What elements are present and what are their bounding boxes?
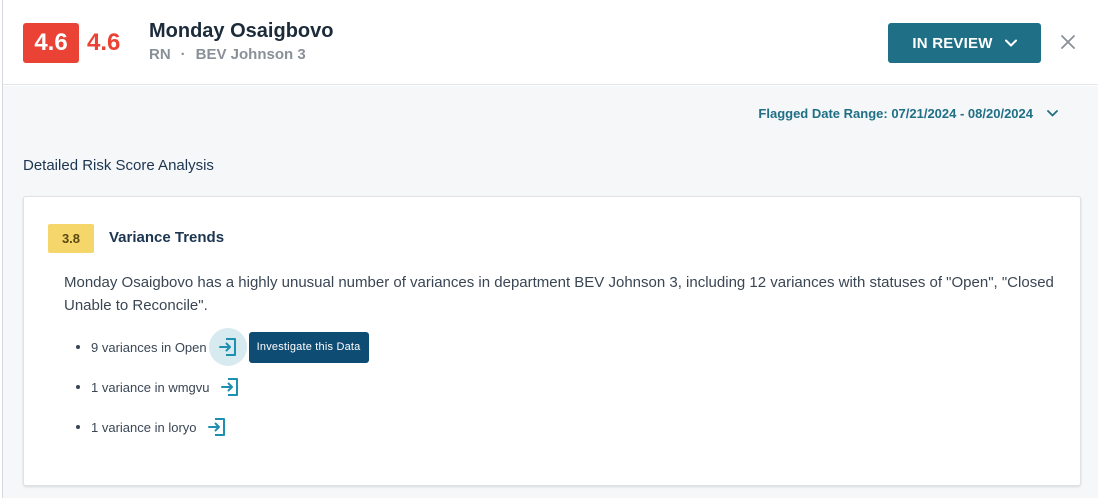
investigate-button[interactable] bbox=[205, 415, 229, 439]
list-item: 9 variances in Open Investigate this Dat… bbox=[76, 327, 369, 367]
list-item: 1 variance in loryo bbox=[76, 407, 369, 447]
enter-arrow-icon bbox=[218, 338, 236, 356]
enter-arrow-icon bbox=[220, 378, 238, 396]
chevron-down-icon bbox=[1004, 39, 1017, 47]
employee-subtitle: RN · BEV Johnson 3 bbox=[149, 46, 306, 63]
risk-detail-panel: 4.6 4.6 Monday Osaigbovo RN · BEV Johnso… bbox=[2, 0, 1098, 498]
employee-role: RN bbox=[149, 46, 171, 63]
close-icon[interactable] bbox=[1059, 33, 1077, 51]
variance-label: 1 variance in wmgvu bbox=[91, 379, 210, 395]
risk-score-badge: 4.6 bbox=[23, 23, 79, 63]
status-label: IN REVIEW bbox=[912, 34, 993, 52]
factor-score-chip: 3.8 bbox=[48, 224, 94, 253]
panel-header: 4.6 4.6 Monday Osaigbovo RN · BEV Johnso… bbox=[3, 0, 1098, 85]
employee-department: BEV Johnson 3 bbox=[195, 46, 306, 63]
employee-name: Monday Osaigbovo bbox=[149, 20, 334, 42]
bullet bbox=[76, 425, 80, 429]
subtitle-separator: · bbox=[180, 46, 186, 63]
variance-label: 9 variances in Open bbox=[91, 339, 207, 355]
investigate-button[interactable] bbox=[208, 328, 247, 366]
investigate-button[interactable] bbox=[218, 375, 242, 399]
card-title: Variance Trends bbox=[109, 229, 225, 246]
bullet bbox=[76, 385, 80, 389]
variance-trends-card: 3.8 Variance Trends Monday Osaigbovo has… bbox=[23, 196, 1081, 486]
variance-label: 1 variance in loryo bbox=[91, 419, 197, 435]
section-title: Detailed Risk Score Analysis bbox=[23, 157, 214, 174]
panel-body: Flagged Date Range: 07/21/2024 - 08/20/2… bbox=[3, 86, 1098, 498]
card-description: Monday Osaigbovo has a highly unusual nu… bbox=[64, 274, 1054, 314]
risk-score-value: 4.6 bbox=[87, 29, 121, 56]
list-item: 1 variance in wmgvu bbox=[76, 367, 369, 407]
date-range-label: Flagged Date Range: 07/21/2024 - 08/20/2… bbox=[758, 106, 1033, 121]
enter-arrow-icon bbox=[207, 418, 225, 436]
chevron-down-icon bbox=[1047, 110, 1058, 117]
variance-list: 9 variances in Open Investigate this Dat… bbox=[76, 327, 369, 447]
investigate-tooltip: Investigate this Data bbox=[248, 331, 369, 363]
status-dropdown-button[interactable]: IN REVIEW bbox=[888, 23, 1041, 63]
bullet bbox=[76, 345, 80, 349]
flagged-date-range-dropdown[interactable]: Flagged Date Range: 07/21/2024 - 08/20/2… bbox=[758, 106, 1058, 121]
